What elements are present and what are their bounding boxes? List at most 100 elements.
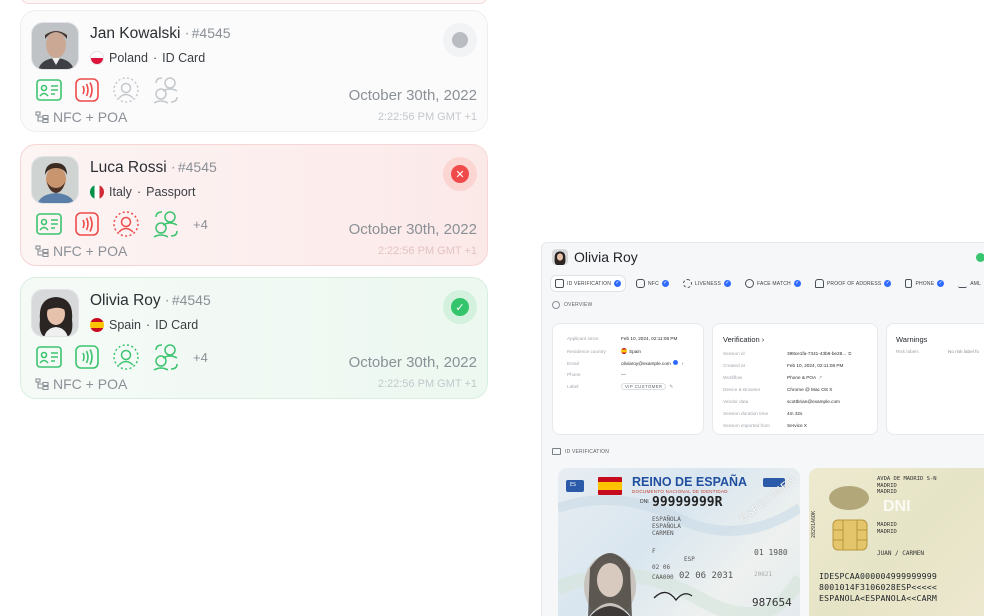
label-row: Label VIP CUSTOMER ✎ [567, 383, 673, 390]
field-label: Workflow [723, 375, 743, 380]
verification-card[interactable]: Olivia Roy · #4545 Spain · ID Card +4 NFC + … [20, 277, 488, 399]
warnings-box: Warnings Risk labels No risk label fo [886, 323, 984, 435]
applicant-info-box: Applicant since Feb 10, 2024, 02:11:08 PM… [552, 323, 704, 435]
liveness-step-icon [113, 344, 139, 370]
verification-date: October 30th, 2022 [348, 354, 477, 371]
avatar [31, 156, 79, 204]
nfc-icon [636, 279, 646, 288]
sex: F [652, 548, 656, 555]
applicant-id: #4545 [171, 292, 211, 308]
document-type: ID Card [155, 318, 199, 332]
field-label: Vendor data [723, 399, 749, 404]
id-card-back-image[interactable]: AVDA DE MADRID S-N MADRID MADRID DNI MAD… [809, 468, 984, 616]
verification-steps: +4 [35, 342, 208, 372]
id-card-step-icon [36, 79, 62, 101]
method-label: NFC + POA [35, 243, 127, 259]
nfc-step-icon [75, 345, 99, 369]
previous-card-edge [20, 0, 488, 4]
mrz-line-1: IDESPCAA000004999999999 [819, 571, 937, 581]
given-name: CARMEN [652, 530, 674, 537]
dni-watermark: DNI [883, 498, 911, 515]
id-verification-label: ID VERIFICATION [565, 448, 610, 455]
detail-avatar [552, 249, 568, 265]
verification-title[interactable]: Verification › [723, 335, 764, 344]
more-steps-count: +4 [193, 349, 208, 365]
workflow-icon [35, 378, 49, 390]
phone-icon [905, 279, 913, 288]
field-value: Service X [787, 423, 808, 428]
tab-proof-of-address[interactable]: PROOF OF ADDRESS ✓ [811, 276, 896, 291]
avatar [31, 22, 79, 70]
screen: Jan Kowalski · #4545 Poland · ID Card NFC + … [0, 0, 984, 616]
verification-date: October 30th, 2022 [348, 221, 477, 238]
tab-liveness[interactable]: LIVENESS ✓ [679, 276, 735, 291]
edit-icon[interactable]: ✎ [669, 384, 673, 389]
face-match-step-icon [153, 344, 178, 371]
imported-from-row: Session imported from Service X [723, 423, 807, 428]
side-code: 28291A6DK [811, 510, 817, 538]
verification-date: October 30th, 2022 [348, 87, 477, 104]
verification-time: 2:22:56 PM GMT +1 [377, 111, 477, 123]
mrz-line-2: 8001014F3106028ESP<<<<< [819, 582, 937, 592]
face-match-step-icon [153, 77, 178, 104]
id-card-icon [552, 448, 561, 455]
overview-section-label: OVERVIEW [552, 301, 592, 309]
chevron-right-icon[interactable]: › [682, 361, 684, 366]
country-document: Italy · Passport [90, 185, 195, 199]
tab-label: NFC [648, 280, 659, 287]
field-label: Session id [723, 351, 745, 356]
method-label: NFC + POA [35, 109, 127, 125]
tab-phone[interactable]: PHONE ✓ [901, 276, 948, 291]
country-document: Poland · ID Card [90, 51, 205, 65]
tab-label: FACE MATCH [756, 280, 791, 287]
country-name: Poland [109, 51, 148, 65]
id-card-front-image[interactable]: ES REINO DE ESPAÑA DOCUMENTO NACIONAL DE… [558, 468, 800, 616]
field-label: Label [567, 384, 579, 389]
chevron-right-icon: › [761, 335, 765, 344]
birthplace-line-1: MADRID [877, 522, 897, 528]
detail-name: Olivia Roy [574, 249, 638, 265]
applicant-name-text: Luca Rossi [90, 159, 167, 176]
avatar [31, 289, 79, 337]
surname-1: ESPAÑOLA [652, 516, 681, 523]
field-label: Session imported from [723, 423, 770, 428]
field-value: 398ce1fa-7341-43b8-be28... [787, 351, 847, 356]
field-label: Email [567, 361, 579, 366]
verification-card[interactable]: Jan Kowalski · #4545 Poland · ID Card NFC + … [20, 10, 488, 132]
tab-nfc[interactable]: NFC ✓ [632, 276, 673, 291]
verification-card[interactable]: Luca Rossi · #4545 Italy · Passport +4 NFC +… [20, 144, 488, 266]
external-link-icon[interactable]: ↗ [818, 375, 822, 380]
verification-steps: +4 [35, 209, 208, 239]
address-block: AVDA DE MADRID S-N MADRID MADRID [877, 476, 937, 496]
applicant-name: Olivia Roy · #4545 [90, 292, 211, 309]
applicant-detail-panel: Olivia Roy ID VERIFICATION ✓ NFC ✓ LIVENES… [541, 242, 984, 616]
tab-face-match[interactable]: FACE MATCH ✓ [741, 276, 805, 291]
created-at-row: Created at Feb 10, 2024, 02:11:08 PM [723, 363, 843, 368]
workflow-icon [35, 245, 49, 257]
country-document: Spain · ID Card [90, 318, 198, 332]
field-value: Chrome @ Mac OS X [787, 387, 833, 392]
id-surnames: ESPAÑOLA ESPAÑOLA CARMEN [652, 516, 681, 537]
poland-flag-icon [90, 51, 104, 65]
workflow-row: Workflow Phone & POA ↗ [723, 375, 822, 381]
copy-icon[interactable]: ⧉ [848, 351, 851, 356]
country-name: Italy [109, 185, 132, 199]
workflow-icon [35, 111, 49, 123]
dni-label: DNI [640, 499, 649, 505]
tab-id-verification[interactable]: ID VERIFICATION ✓ [550, 275, 627, 292]
mrz-line-3: ESPANOLA<ESPANOLA<<CARM [819, 593, 937, 603]
label-chip[interactable]: VIP CUSTOMER [621, 383, 667, 390]
id-subtitle: DOCUMENTO NACIONAL DE IDENTIDAD [632, 489, 728, 494]
mrz-block: IDESPCAA000004999999999 8001014F3106028E… [819, 571, 937, 604]
tab-aml[interactable]: AML [954, 276, 984, 291]
verification-time: 2:22:56 PM GMT +1 [377, 245, 477, 257]
detail-header: Olivia Roy [552, 249, 638, 265]
applicant-name: Jan Kowalski · #4545 [90, 25, 231, 42]
risk-labels-row: Risk labels No risk label fo [896, 349, 979, 354]
verified-icon [672, 360, 678, 365]
misc-number: 20621 [754, 571, 773, 578]
status-approved-icon: ✓ [443, 290, 477, 324]
field-value: 4m 32s [787, 411, 803, 416]
status-pending-icon [443, 23, 477, 57]
field-label: Applicant since [567, 336, 599, 341]
